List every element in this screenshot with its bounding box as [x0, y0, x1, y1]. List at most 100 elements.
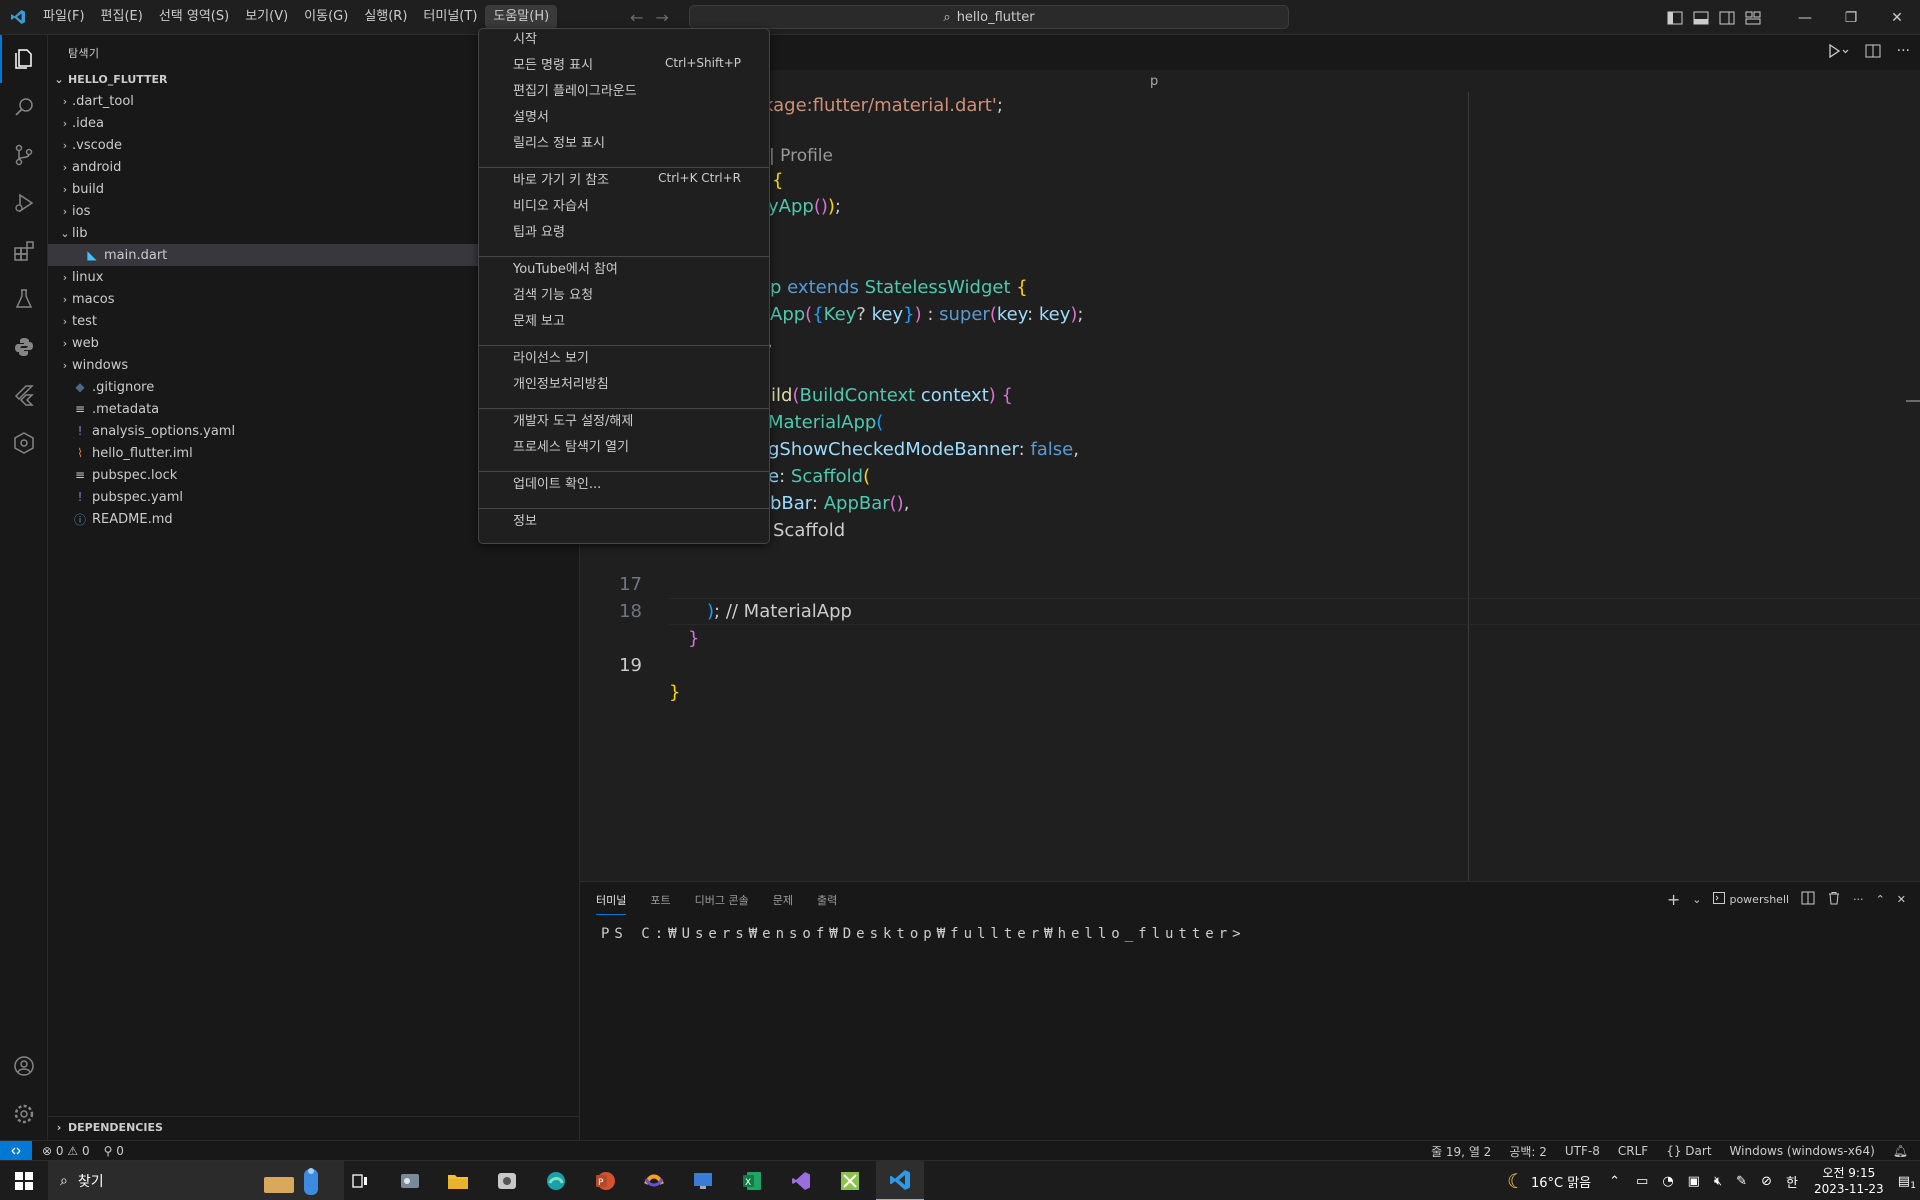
new-terminal-plus-icon[interactable]: +: [1667, 890, 1680, 909]
help-menu-item[interactable]: 설명서: [483, 102, 765, 128]
more-actions-icon[interactable]: ···: [1897, 43, 1910, 63]
explorer-icon[interactable]: [0, 35, 48, 83]
extensions-icon[interactable]: [0, 227, 48, 275]
dependencies-header[interactable]: › DEPENDENCIES: [48, 1116, 580, 1138]
codelens[interactable]: | Profile: [580, 143, 1920, 170]
toggle-primary-sidebar-icon[interactable]: [1662, 0, 1688, 35]
codelens-profile[interactable]: | Profile: [769, 143, 833, 170]
code-line[interactable]: App({Key? key}) : super(key: key);: [580, 301, 1920, 328]
cursor-position[interactable]: 줄 19, 열 2: [1431, 1143, 1491, 1160]
source-control-icon[interactable]: [0, 131, 48, 179]
remote-indicator-icon[interactable]: [0, 1141, 32, 1161]
menu-edit[interactable]: 편집(E): [93, 5, 151, 29]
run-play-icon[interactable]: [1827, 43, 1849, 63]
notification-center-icon[interactable]: ▤ 1: [1898, 1174, 1916, 1191]
flutter-device[interactable]: Windows (windows-x64): [1730, 1144, 1875, 1158]
pen-icon[interactable]: ✎: [1736, 1174, 1747, 1189]
breadcrumb-item[interactable]: p: [1150, 74, 1158, 89]
weather-moon-icon[interactable]: ☾: [1507, 1169, 1525, 1193]
flutter-icon[interactable]: [0, 371, 48, 419]
ime-indicator[interactable]: 한: [1786, 1172, 1798, 1191]
shell-label[interactable]: powershell: [1729, 893, 1789, 906]
menu-file[interactable]: 파일(F): [35, 5, 93, 29]
code-line[interactable]: kage:flutter/material.dart';: [580, 92, 1920, 119]
close-panel-icon[interactable]: ✕: [1897, 893, 1906, 906]
split-terminal-icon[interactable]: [1801, 891, 1815, 908]
settings-gear-icon[interactable]: [0, 1090, 48, 1138]
help-menu-item[interactable]: 비디오 자습서: [483, 191, 765, 217]
code-line[interactable]: ild(BuildContext context) {: [580, 382, 1920, 409]
customize-layout-icon[interactable]: [1740, 0, 1766, 35]
help-menu-item[interactable]: YouTube에서 참여: [483, 254, 765, 280]
help-menu-item[interactable]: 정보: [483, 506, 765, 532]
help-menu-item[interactable]: 라이선스 보기: [483, 343, 765, 369]
weather-text[interactable]: 16°C 맑음: [1531, 1172, 1591, 1191]
status-icon[interactable]: ⊘: [1761, 1174, 1772, 1189]
task-view-icon[interactable]: [336, 1161, 384, 1200]
app-icon[interactable]: [826, 1161, 874, 1200]
code-line[interactable]: ,: [580, 328, 1920, 355]
menu-run[interactable]: 실행(R): [356, 5, 415, 29]
code-line[interactable]: gShowCheckedModeBanner: false,: [580, 436, 1920, 463]
tab-terminal[interactable]: 터미널: [596, 892, 627, 915]
toggle-secondary-sidebar-icon[interactable]: [1714, 0, 1740, 35]
devtools-icon[interactable]: [0, 419, 48, 467]
help-menu-item[interactable]: 개발자 도구 설정/해제: [483, 406, 765, 432]
code-line[interactable]: bBar: AppBar(),: [580, 490, 1920, 517]
help-menu-item[interactable]: 검색 기능 요청: [483, 280, 765, 306]
split-editor-icon[interactable]: [1865, 43, 1881, 63]
app-icon[interactable]: [630, 1161, 678, 1200]
code-line[interactable]: p extends StatelessWidget {: [580, 274, 1920, 301]
chevron-down-icon[interactable]: ⌄: [1692, 893, 1701, 906]
indentation[interactable]: 공백: 2: [1509, 1143, 1547, 1160]
terminal-prompt[interactable]: PS C:₩Users₩ensof₩Desktop₩fullter₩hello_…: [601, 926, 1246, 942]
close-icon[interactable]: ✕: [1874, 0, 1920, 35]
visual-studio-icon[interactable]: [777, 1161, 825, 1200]
testing-flask-icon[interactable]: [0, 275, 48, 323]
trash-icon[interactable]: [1827, 891, 1841, 908]
tab-problems[interactable]: 문제: [773, 892, 793, 908]
run-debug-icon[interactable]: [0, 179, 48, 227]
display-icon[interactable]: ▣: [1688, 1174, 1700, 1189]
file-explorer-icon[interactable]: [434, 1161, 482, 1200]
minimize-icon[interactable]: —: [1782, 0, 1828, 35]
powerpoint-icon[interactable]: P: [581, 1161, 629, 1200]
chevron-up-icon[interactable]: ⌃: [1609, 1174, 1620, 1189]
taskbar-search[interactable]: ⌕ 찾기: [48, 1161, 344, 1200]
code-line[interactable]: Scaffold: [580, 517, 1920, 544]
ports-indicator[interactable]: ⚲ 0: [104, 1144, 124, 1158]
tab-output[interactable]: 출력: [817, 892, 837, 908]
more-actions-icon[interactable]: ···: [1853, 893, 1864, 906]
language-mode[interactable]: {} Dart: [1666, 1144, 1711, 1158]
command-center[interactable]: ⌕ hello_flutter: [689, 5, 1289, 29]
maximize-panel-chevron-up-icon[interactable]: ⌃: [1876, 893, 1885, 906]
menu-terminal[interactable]: 터미널(T): [415, 5, 485, 29]
help-menu-item[interactable]: 업데이트 확인...: [483, 469, 765, 495]
help-menu-item[interactable]: 문제 보고: [483, 306, 765, 332]
vscode-taskbar-icon[interactable]: [876, 1161, 924, 1200]
encoding[interactable]: UTF-8: [1565, 1144, 1600, 1158]
help-menu-item[interactable]: 편집기 플레이그라운드: [483, 76, 765, 102]
help-menu-item[interactable]: 릴리스 정보 표시: [483, 128, 765, 154]
wifi-icon[interactable]: ◔: [1662, 1174, 1673, 1189]
excel-icon[interactable]: X: [728, 1161, 776, 1200]
end-of-line[interactable]: CRLF: [1618, 1144, 1648, 1158]
code-line[interactable]: MaterialApp(: [580, 409, 1920, 436]
help-menu-item[interactable]: 모든 명령 표시 Ctrl+Shift+P: [483, 50, 765, 76]
snipping-tool-icon[interactable]: [386, 1161, 434, 1200]
help-menu-item[interactable]: 바로 가기 키 참조 Ctrl+K Ctrl+R: [483, 165, 765, 191]
battery-icon[interactable]: ▭: [1636, 1174, 1648, 1189]
app-icon[interactable]: [483, 1161, 531, 1200]
toggle-panel-icon[interactable]: [1688, 0, 1714, 35]
restore-icon[interactable]: ❐: [1828, 0, 1874, 35]
accounts-icon[interactable]: [0, 1042, 48, 1090]
help-menu-item[interactable]: 프로세스 탐색기 열기: [483, 432, 765, 458]
code-line-current[interactable]: 19 }: [580, 598, 1920, 703]
python-icon[interactable]: [0, 323, 48, 371]
menu-selection[interactable]: 선택 영역(S): [151, 5, 237, 29]
code-line[interactable]: {: [580, 167, 1920, 194]
help-menu-item[interactable]: 시작: [483, 24, 765, 50]
code-line[interactable]: 18 }: [580, 571, 1920, 649]
problems-indicator[interactable]: ⊗ 0 ⚠ 0: [42, 1144, 90, 1158]
search-icon[interactable]: [0, 83, 48, 131]
